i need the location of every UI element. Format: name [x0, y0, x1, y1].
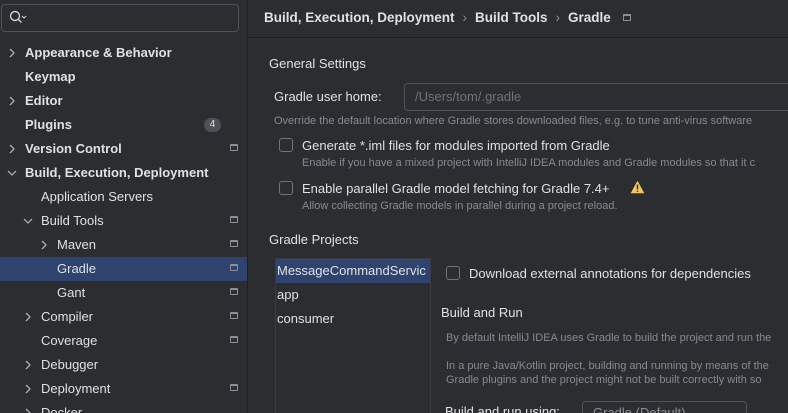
tree-item-keymap[interactable]: Keymap [0, 65, 247, 89]
chevron-down-icon[interactable] [23, 216, 33, 226]
parallel-fetching-label[interactable]: Enable parallel Gradle model fetching fo… [302, 181, 610, 196]
gradle-user-home-input[interactable]: /Users/tom/.gradle [404, 83, 788, 111]
section-title-general: General Settings [269, 56, 366, 71]
build-run-using-label: Build and run using: [445, 404, 560, 413]
header-divider [248, 37, 788, 38]
list-item[interactable]: consumer [276, 307, 430, 331]
tree-item-application-servers[interactable]: Application Servers [0, 185, 247, 209]
project-level-icon [230, 336, 238, 343]
tree-item-label: Keymap [25, 69, 76, 84]
tree-item-build-execution-deployment[interactable]: Build, Execution, Deployment [0, 161, 247, 185]
gradle-user-home-hint: Override the default location where Grad… [274, 115, 753, 127]
build-run-using-select[interactable]: Gradle (Default) [582, 401, 747, 413]
chevron-right-icon[interactable] [7, 144, 17, 154]
tree-item-label: Gradle [57, 261, 97, 276]
chevron-right-icon[interactable] [23, 360, 33, 370]
tree-item-label: Coverage [41, 333, 98, 348]
build-and-run-description: By default IntelliJ IDEA uses Gradle to … [446, 332, 772, 344]
tree-item-debugger[interactable]: Debugger [0, 353, 247, 377]
list-item[interactable]: app [276, 283, 430, 307]
tree-item-build-tools[interactable]: Build Tools [0, 209, 247, 233]
tree-item-plugins[interactable]: Plugins 4 [0, 113, 247, 137]
settings-content: Build, Execution, Deployment › Build Tools… [248, 0, 788, 413]
tree-item-label: Application Servers [41, 189, 153, 204]
tree-item-maven[interactable]: Maven [0, 233, 247, 257]
chevron-right-icon[interactable] [23, 384, 33, 394]
tree-item-version-control[interactable]: Version Control [0, 137, 247, 161]
breadcrumb: Build, Execution, Deployment › Build Tools… [264, 9, 631, 27]
tree-item-appearance-behavior[interactable]: Appearance & Behavior [0, 41, 247, 65]
tree-item-label: Gant [57, 285, 86, 300]
project-level-icon [622, 13, 631, 21]
chevron-right-icon[interactable] [23, 408, 33, 413]
project-level-icon [230, 312, 238, 319]
parallel-fetching-hint: Allow collecting Gradle models in parall… [302, 200, 618, 212]
build-and-run-title: Build and Run [441, 305, 523, 320]
build-and-run-description: In a pure Java/Kotlin project, building … [446, 360, 769, 372]
list-item[interactable]: MessageCommandServic [276, 259, 430, 283]
tree-item-label: Appearance & Behavior [25, 45, 172, 60]
breadcrumb-item: Gradle [568, 9, 611, 25]
download-annotations-label[interactable]: Download external annotations for depend… [469, 266, 751, 281]
tree-item-docker[interactable]: Docker [0, 401, 247, 413]
tree-item-label: Docker [41, 405, 83, 413]
search-icon [9, 10, 27, 23]
tree-item-label: Deployment [41, 381, 111, 396]
tree-item-gradle[interactable]: Gradle [0, 257, 247, 281]
project-level-icon [230, 240, 238, 247]
download-annotations-checkbox[interactable] [446, 266, 460, 280]
tree-item-label: Editor [25, 93, 63, 108]
build-and-run-description: Gradle plugins and the project might not… [446, 374, 762, 386]
breadcrumb-item[interactable]: Build Tools [475, 10, 548, 25]
chevron-right-icon[interactable] [7, 96, 17, 106]
project-level-icon [230, 288, 238, 295]
tree-item-label: Version Control [25, 141, 122, 156]
tree-item-label: Compiler [41, 309, 94, 324]
chevron-right-icon[interactable] [7, 48, 17, 58]
settings-sidebar: Appearance & Behavior Keymap Editor Plug… [0, 0, 248, 413]
tree-item-label: Build, Execution, Deployment [25, 165, 209, 180]
project-level-icon [230, 216, 238, 223]
generate-iml-label[interactable]: Generate *.iml files for modules importe… [302, 138, 610, 153]
tree-item-gant[interactable]: Gant [0, 281, 247, 305]
generate-iml-checkbox[interactable] [279, 138, 293, 152]
chevron-right-icon[interactable] [39, 240, 49, 250]
project-level-icon [230, 384, 238, 391]
tree-item-label: Build Tools [41, 213, 104, 228]
tree-item-label: Plugins [25, 117, 72, 132]
chevron-right-icon[interactable] [23, 312, 33, 322]
tree-item-label: Maven [57, 237, 97, 252]
breadcrumb-separator: › [555, 9, 561, 25]
breadcrumb-separator: › [462, 9, 468, 25]
plugin-updates-badge: 4 [204, 118, 221, 132]
tree-item-deployment[interactable]: Deployment [0, 377, 247, 401]
tree-item-label: Debugger [41, 357, 99, 372]
tree-item-editor[interactable]: Editor [0, 89, 247, 113]
tree-item-compiler[interactable]: Compiler [0, 305, 247, 329]
gradle-projects-list[interactable]: MessageCommandServic app consumer [275, 258, 431, 413]
section-title-gradle-projects: Gradle Projects [269, 232, 359, 247]
project-level-icon [230, 264, 238, 271]
project-level-icon [230, 144, 238, 151]
search-input[interactable] [1, 4, 239, 32]
generate-iml-hint: Enable if you have a mixed project with … [302, 157, 756, 169]
tree-item-coverage[interactable]: Coverage [0, 329, 247, 353]
settings-tree: Appearance & Behavior Keymap Editor Plug… [0, 41, 247, 413]
chevron-down-icon[interactable] [7, 168, 17, 178]
breadcrumb-item[interactable]: Build, Execution, Deployment [264, 10, 455, 25]
warning-icon [630, 180, 645, 194]
parallel-fetching-checkbox[interactable] [279, 181, 293, 195]
gradle-user-home-label: Gradle user home: [274, 89, 382, 104]
